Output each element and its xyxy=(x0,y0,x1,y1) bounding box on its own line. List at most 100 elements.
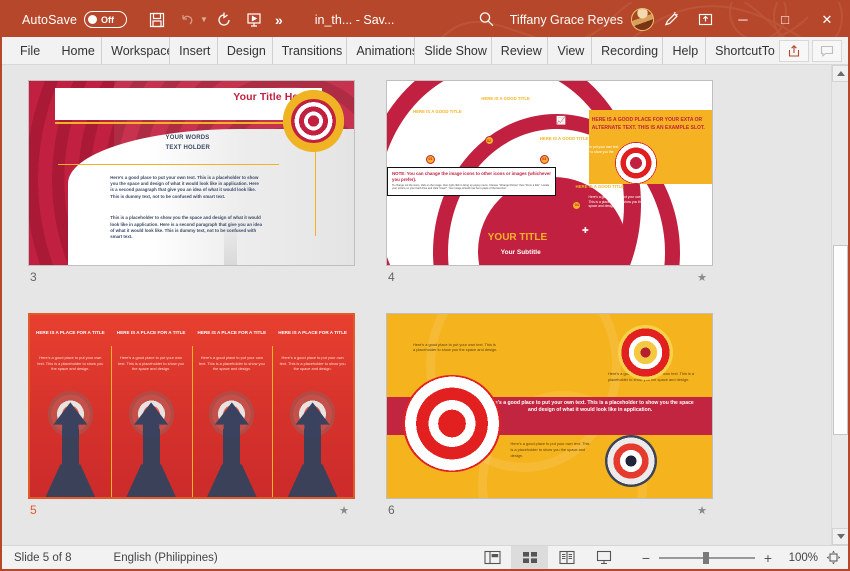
slide-5-column-4-text: Here's a good place to put your own text… xyxy=(279,355,346,372)
zoom-control: − + 100% xyxy=(636,550,848,566)
slide-5-column-2: HERE IS A PLACE FOR A TITLE Here's a goo… xyxy=(111,315,192,497)
language-indicator[interactable]: English (Philippines) xyxy=(114,552,218,564)
tab-help[interactable]: Help xyxy=(663,37,707,64)
tab-transitions[interactable]: Transitions xyxy=(273,37,348,64)
slide-5-meta: 5 ★ xyxy=(30,503,349,517)
slide-sorter-pane: Your Title Here YOUR WORDS TEXT HOLDER H… xyxy=(2,65,848,545)
status-bar-right: − + 100% xyxy=(474,546,848,569)
slide-4-step-1-title: HERE IS A GOOD TITLE xyxy=(413,108,462,114)
slide-thumbnail-4[interactable]: HERE IS A GOOD PLACE FOR YOUR EXTA OR AL… xyxy=(386,80,713,284)
tab-insert[interactable]: Insert xyxy=(170,37,218,64)
slide-sorter-view-button[interactable] xyxy=(511,546,548,569)
slide-3-number: 3 xyxy=(30,270,37,284)
animation-star-icon[interactable]: ★ xyxy=(339,504,349,517)
zoom-out-button[interactable]: − xyxy=(636,550,656,566)
minimize-button[interactable]: ─ xyxy=(722,3,764,36)
zoom-level-label[interactable]: 100% xyxy=(778,552,818,564)
slide5-arrow-2 xyxy=(126,402,176,497)
zoom-slider-thumb[interactable] xyxy=(703,551,709,564)
slide3-arrow-line-top xyxy=(55,122,296,124)
tab-file[interactable]: File xyxy=(2,37,53,64)
comments-icon[interactable] xyxy=(812,39,842,62)
avatar-image xyxy=(632,9,653,30)
slide-5-column-4: HERE IS A PLACE FOR A TITLE Here's a goo… xyxy=(272,315,353,497)
quick-access-toolbar: ▼ » xyxy=(143,7,287,33)
avatar[interactable] xyxy=(631,8,654,31)
slide-thumbnail-5[interactable]: HERE IS A PLACE FOR A TITLE Here's a goo… xyxy=(28,313,355,517)
slide-6-meta: 6 ★ xyxy=(388,503,707,517)
phone-icon: ☎ xyxy=(468,108,479,118)
undo-dropdown-icon[interactable]: ▼ xyxy=(200,15,208,24)
scrollbar-thumb[interactable] xyxy=(833,245,848,435)
quick-access-more-icon[interactable]: » xyxy=(271,12,287,28)
autosave-toggle[interactable]: Off xyxy=(84,11,128,28)
redo-icon[interactable] xyxy=(211,7,238,33)
slide-thumbnail-6[interactable]: Here's a good place to put your own text… xyxy=(386,313,713,517)
slide-4-step-2-badge: 02 xyxy=(484,136,494,146)
slide5-arrow-2-shaft xyxy=(142,428,160,497)
slide-4-step-1-text: Here's a good place to put your own text… xyxy=(413,119,473,133)
animation-star-icon[interactable]: ★ xyxy=(697,504,707,517)
slide-4-canvas: HERE IS A GOOD PLACE FOR YOUR EXTA OR AL… xyxy=(386,80,713,266)
slide-5-canvas: HERE IS A PLACE FOR A TITLE Here's a goo… xyxy=(28,313,355,499)
slide-thumbnail-3[interactable]: Your Title Here YOUR WORDS TEXT HOLDER H… xyxy=(28,80,355,284)
zoom-slider-track[interactable] xyxy=(659,551,755,564)
slide-5-column-4-title: HERE IS A PLACE FOR A TITLE xyxy=(278,329,347,335)
slide5-arrow-3 xyxy=(207,402,257,497)
tab-recording[interactable]: Recording xyxy=(592,37,664,64)
fit-to-window-button[interactable] xyxy=(818,550,848,565)
tab-shortcutto[interactable]: ShortcutTo xyxy=(706,37,779,64)
slide5-divider-3 xyxy=(272,345,274,497)
slide5-arrow-1-head xyxy=(53,402,88,439)
normal-view-button[interactable] xyxy=(474,546,511,569)
zoom-in-button[interactable]: + xyxy=(758,550,778,566)
slide3-arrow-line-mid xyxy=(58,163,280,166)
slide-5-number: 5 xyxy=(30,503,37,517)
pen-icon[interactable] xyxy=(654,5,688,35)
tab-animations[interactable]: Animations xyxy=(347,37,416,64)
slide-4-main-title: YOUR TITLE xyxy=(487,231,548,243)
slide-4-step-2-text: Here's a good place to put your own text… xyxy=(487,106,548,120)
slide-4-note-body: To change out the icons, click on the im… xyxy=(392,183,550,191)
slide-4-step-3-title: HERE IS A GOOD TITLE xyxy=(539,136,589,142)
tab-home[interactable]: Home xyxy=(53,37,103,64)
slide-thumbnail-grid: Your Title Here YOUR WORDS TEXT HOLDER H… xyxy=(2,65,831,545)
slide-4-step-4-text: Here's a good place to put your own text… xyxy=(588,195,649,208)
tab-review[interactable]: Review xyxy=(492,37,549,64)
slide-indicator[interactable]: Slide 5 of 8 xyxy=(14,552,72,564)
animation-star-icon[interactable]: ★ xyxy=(697,271,707,284)
slide-4-note-heading: NOTE: You can change the image icons to … xyxy=(392,171,551,183)
scroll-down-button[interactable] xyxy=(832,528,848,545)
slide-5-column-3-text: Here's a good place to put your own text… xyxy=(198,355,265,372)
powerpoint-window: AutoSave Off ▼ » in_th... - Sav... Tiffa… xyxy=(0,0,850,571)
slide-4-step-2-title: HERE IS A GOOD TITLE xyxy=(481,95,530,101)
vertical-scrollbar[interactable] xyxy=(831,65,848,545)
slide-6-text-top-left: Here's a good place to put your own text… xyxy=(413,341,498,353)
slide5-arrow-1 xyxy=(45,402,96,497)
tab-design[interactable]: Design xyxy=(218,37,273,64)
reading-view-button[interactable] xyxy=(548,546,585,569)
scroll-up-button[interactable] xyxy=(832,65,848,82)
share-icon[interactable] xyxy=(779,39,809,62)
chart-icon: 📈 xyxy=(556,115,566,125)
tab-view[interactable]: View xyxy=(548,37,593,64)
slideshow-view-button[interactable] xyxy=(585,546,622,569)
user-name[interactable]: Tiffany Grace Reyes xyxy=(510,13,623,27)
ribbon-display-options-icon[interactable] xyxy=(688,5,722,35)
slide-4-step-3-badge: 03 xyxy=(539,154,549,164)
slide5-arrow-3-head xyxy=(214,402,249,439)
save-icon[interactable] xyxy=(143,7,170,33)
tab-slide-show[interactable]: Slide Show xyxy=(415,37,492,64)
undo-icon[interactable] xyxy=(173,7,200,33)
slide-4-subtitle: Your Subtitle xyxy=(500,248,541,256)
start-presentation-icon[interactable] xyxy=(241,7,268,33)
search-icon[interactable] xyxy=(470,11,504,28)
slide-5-column-3-title: HERE IS A PLACE FOR A TITLE xyxy=(197,329,267,335)
title-bar-right: Tiffany Grace Reyes ─ □ ✕ xyxy=(470,3,848,36)
close-button[interactable]: ✕ xyxy=(806,3,848,36)
slide-5-column-3: HERE IS A PLACE FOR A TITLE Here's a goo… xyxy=(192,315,273,497)
slide-6-band-text: Here's a good place to put your own text… xyxy=(486,399,694,413)
maximize-button[interactable]: □ xyxy=(764,3,806,36)
tab-workspace[interactable]: Workspace xyxy=(102,37,171,64)
slide-3-paragraph-2: This is a placeholder to show you the sp… xyxy=(110,215,263,240)
